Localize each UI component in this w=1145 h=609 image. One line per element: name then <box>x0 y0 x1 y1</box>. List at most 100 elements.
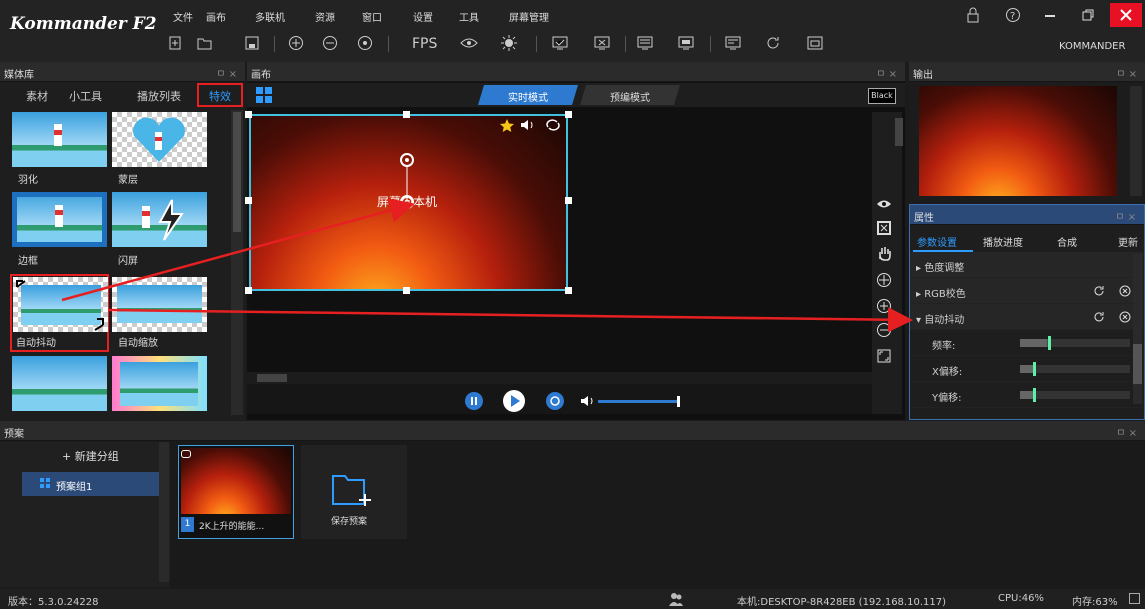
black-badge[interactable]: Black <box>868 88 896 104</box>
stop-icon[interactable] <box>546 392 564 410</box>
section-rgb-calibration[interactable]: ▸ RGB校色 <box>910 278 1143 304</box>
star-icon[interactable] <box>500 118 514 132</box>
lock-icon[interactable] <box>958 3 988 27</box>
reset-icon[interactable] <box>1093 311 1105 323</box>
zoom-out-icon[interactable] <box>320 33 340 53</box>
close-icon[interactable] <box>1110 3 1142 27</box>
playback-volume-icon[interactable] <box>580 394 596 408</box>
menu-resources[interactable]: 资源 <box>315 9 335 24</box>
frequency-slider[interactable] <box>1020 336 1130 350</box>
effect-auto-zoom-thumb[interactable] <box>112 277 207 332</box>
new-file-icon[interactable] <box>165 33 185 53</box>
preset-scrollbar[interactable] <box>159 442 169 582</box>
grid-icon[interactable] <box>255 86 273 104</box>
tab-params[interactable]: 参数设置 <box>917 234 957 249</box>
window-icon[interactable] <box>805 33 825 53</box>
remove-icon[interactable] <box>1119 311 1131 323</box>
output-scrollbar[interactable] <box>1130 86 1142 196</box>
effect-border-thumb[interactable] <box>12 192 107 247</box>
section-auto-shake[interactable]: ▾ 自动抖动 <box>910 304 1143 330</box>
open-folder-icon[interactable] <box>195 33 215 53</box>
version-label: 版本：5.3.0.24228 <box>8 597 99 608</box>
volume-slider[interactable] <box>598 396 680 407</box>
tab-widgets[interactable]: 小工具 <box>69 88 102 104</box>
panel-close-icon[interactable]: ㅁ × <box>1116 424 1137 439</box>
panel-close-icon[interactable]: ㅁ × <box>876 65 897 80</box>
menu-canvas[interactable]: 画布 <box>206 9 226 24</box>
section-color-adjust[interactable]: ▸ 色度调整 <box>910 252 1143 278</box>
remove-icon[interactable] <box>1119 285 1131 297</box>
restore-icon[interactable] <box>1073 3 1103 27</box>
tab-effects[interactable]: 特效 <box>197 83 243 107</box>
x-offset-slider[interactable] <box>1020 362 1130 376</box>
canvas-zoom-out-icon[interactable] <box>876 322 892 338</box>
play-icon[interactable] <box>502 389 526 413</box>
menu-window[interactable]: 窗口 <box>362 9 382 24</box>
tab-playlist[interactable]: 播放列表 <box>137 88 181 104</box>
output-titlebar: 输出 ㅁ × <box>909 62 1145 82</box>
properties-scrollbar[interactable] <box>1133 254 1142 404</box>
tab-realtime-mode[interactable]: 实时模式 <box>478 85 578 105</box>
tab-update[interactable]: 更新 <box>1118 234 1138 249</box>
screen-check-icon[interactable] <box>550 33 570 53</box>
effect-flash-thumb[interactable] <box>112 192 207 247</box>
expand-icon[interactable] <box>1129 593 1140 604</box>
y-offset-slider[interactable] <box>1020 388 1130 402</box>
pause-icon[interactable] <box>465 392 483 410</box>
user-label: KOMMANDER <box>1059 41 1126 52</box>
display-3-icon[interactable] <box>723 33 743 53</box>
canvas-zoom-in-icon[interactable] <box>876 298 892 314</box>
tab-preedit-mode[interactable]: 预编模式 <box>580 85 680 105</box>
effect-flash-label: 闪屏 <box>118 256 138 267</box>
display-2-icon[interactable] <box>676 33 696 53</box>
tab-play-progress[interactable]: 播放进度 <box>983 234 1023 249</box>
tab-material[interactable]: 素材 <box>26 88 48 104</box>
eye-icon[interactable] <box>459 33 479 53</box>
save-icon[interactable] <box>242 33 262 53</box>
fps-button[interactable]: FPS <box>412 36 437 52</box>
new-group-button[interactable]: + 新建分组 <box>62 448 119 464</box>
preset-group-label: 预案组1 <box>56 482 93 493</box>
menu-tools[interactable]: 工具 <box>459 9 479 24</box>
brightness-icon[interactable] <box>499 33 519 53</box>
toolbar-divider <box>710 36 711 52</box>
panel-close-icon[interactable]: ㅁ × <box>1115 208 1136 223</box>
target-icon[interactable] <box>876 272 892 288</box>
view-eye-icon[interactable] <box>876 196 892 212</box>
effect-mask-thumb[interactable] <box>112 112 207 167</box>
menu-screen-manage[interactable]: 屏幕管理 <box>509 9 549 24</box>
canvas-h-scrollbar[interactable] <box>247 372 872 384</box>
help-icon[interactable]: ? <box>998 3 1028 27</box>
toolbar-divider <box>625 36 626 52</box>
output-title: 输出 <box>913 70 933 81</box>
menu-file[interactable]: 文件 <box>173 9 193 24</box>
refresh-icon[interactable] <box>763 33 783 53</box>
loop-icon[interactable] <box>545 118 561 132</box>
users-icon[interactable] <box>668 591 684 607</box>
panel-close-icon[interactable]: ㅁ × <box>216 65 237 80</box>
effect-feather-thumb[interactable] <box>12 112 107 167</box>
crop-icon[interactable] <box>876 220 892 236</box>
effect-thumb-8[interactable] <box>112 356 207 411</box>
panel-close-icon[interactable]: ㅁ × <box>1116 65 1137 80</box>
tab-compose[interactable]: 合成 <box>1057 234 1077 249</box>
screen-x-icon[interactable] <box>592 33 612 53</box>
menu-multilink[interactable]: 多联机 <box>255 9 285 24</box>
preset-item-thumb <box>181 448 291 514</box>
effect-auto-shake-label: 自动抖动 <box>16 338 56 349</box>
fit-icon[interactable] <box>355 33 375 53</box>
volume-icon[interactable] <box>520 118 536 132</box>
zoom-in-icon[interactable] <box>286 33 306 53</box>
effect-auto-shake-thumb[interactable] <box>13 277 108 332</box>
effect-thumb-7[interactable] <box>12 356 107 411</box>
menu-settings[interactable]: 设置 <box>413 9 433 24</box>
fullscreen-icon[interactable] <box>876 348 892 364</box>
canvas-titlebar: 画布 ㅁ × <box>247 62 905 82</box>
canvas-v-scrollbar-thumb[interactable] <box>895 118 903 146</box>
preset-item-label: 2K上升的能能... <box>199 522 265 532</box>
hand-icon[interactable] <box>876 245 892 261</box>
display-icon[interactable] <box>635 33 655 53</box>
canvas-side-toolbar <box>872 112 902 414</box>
reset-icon[interactable] <box>1093 285 1105 297</box>
minimize-icon[interactable] <box>1035 3 1065 27</box>
